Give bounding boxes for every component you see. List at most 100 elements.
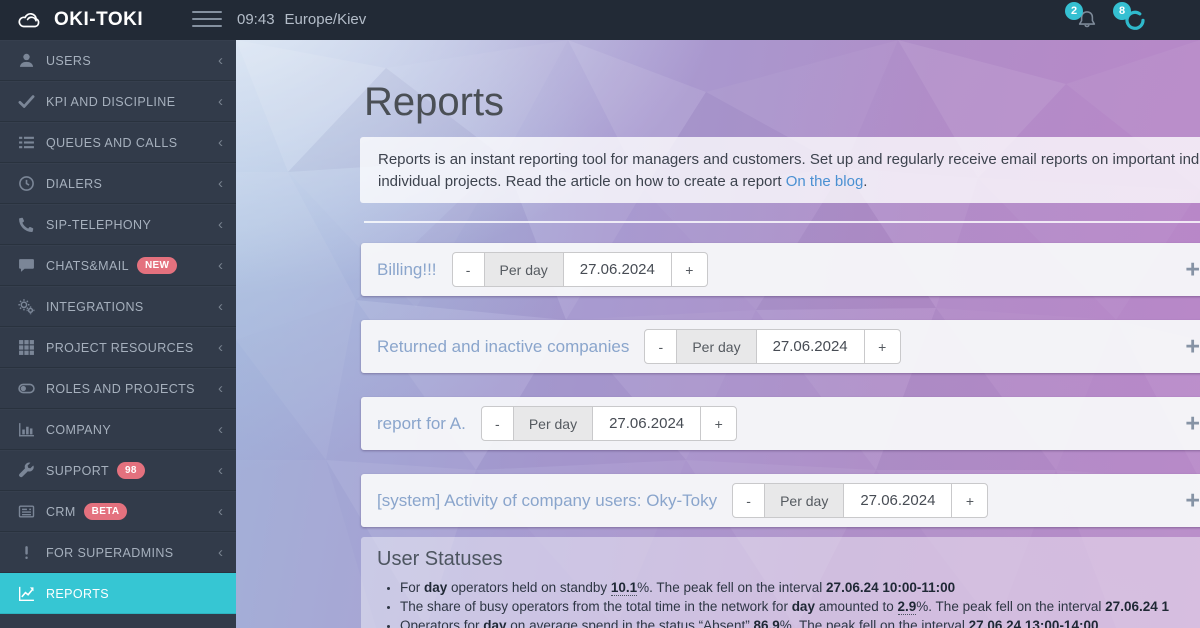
chevron-left-icon: ‹ [218,94,223,109]
exclamation-icon [18,544,35,561]
sidebar-item-label: USERS [46,54,91,68]
report-panel: Billing!!! - Per day 27.06.2024 + + [361,243,1200,296]
chevron-left-icon: ‹ [218,422,223,437]
sidebar-item-queues-and-calls[interactable]: QUEUES AND CALLS ‹ [0,122,236,163]
intro-line1: Reports is an instant reporting tool for… [378,149,1200,171]
chevron-left-icon: ‹ [218,258,223,273]
sidebar-item-label: CRM [46,505,76,519]
page-title: Reports [364,80,504,125]
period-select-button[interactable]: Per day [484,252,564,287]
sidebar-item-label: QUEUES AND CALLS [46,136,177,150]
sidebar-item-label: PROJECT RESOURCES [46,341,194,355]
sidebar-item-chats-mail[interactable]: CHATS&MAIL NEW ‹ [0,245,236,286]
list-icon [18,134,35,151]
add-subscription-icon[interactable]: + [1185,411,1200,436]
period-select-button[interactable]: Per day [764,483,844,518]
phone-icon [18,216,35,233]
brand: OKI-TOKI [16,0,143,40]
sidebar-item-support[interactable]: SUPPORT 98 ‹ [0,450,236,491]
sidebar-item-integrations[interactable]: INTEGRATIONS ‹ [0,286,236,327]
period-controls: - Per day 27.06.2024 + [482,406,737,441]
period-select-button[interactable]: Per day [676,329,756,364]
period-plus-button[interactable]: + [671,252,708,287]
blog-link[interactable]: On the blog [786,173,864,190]
period-select-button[interactable]: Per day [513,406,593,441]
clock: 09:43 Europe/Kiev [237,0,366,40]
report-title[interactable]: Returned and inactive companies [377,337,629,357]
chat-icon [18,257,35,274]
gears-icon [18,298,35,315]
user-icon [18,52,35,69]
toggle-icon [18,380,35,397]
chevron-left-icon: ‹ [218,545,223,560]
chevron-left-icon: ‹ [218,53,223,68]
sidebar-item-company[interactable]: COMPANY ‹ [0,409,236,450]
brand-name: OKI-TOKI [54,9,143,31]
date-button[interactable]: 27.06.2024 [756,329,865,364]
sidebar-item-label: REPORTS [46,587,109,601]
period-minus-button[interactable]: - [644,329,677,364]
sidebar-item-reports[interactable]: REPORTS [0,573,236,614]
add-subscription-icon[interactable]: + [1185,488,1200,513]
date-button[interactable]: 27.06.2024 [592,406,701,441]
report-title[interactable]: [system] Activity of company users: Oky-… [377,491,717,511]
line-chart-icon [18,585,35,602]
sync-count-badge: 8 [1113,2,1131,20]
grid-icon [18,339,35,356]
wrench-icon [18,462,35,479]
sidebar-item-users[interactable]: USERS ‹ [0,40,236,81]
add-subscription-icon[interactable]: + [1185,334,1200,359]
report-title[interactable]: Billing!!! [377,260,437,280]
menu-toggle-button[interactable] [192,11,222,29]
intro-box: Reports is an instant reporting tool for… [360,137,1200,203]
statuses-heading: User Statuses [377,548,1196,571]
sidebar-item-label: KPI AND DISCIPLINE [46,95,175,109]
chevron-left-icon: ‹ [218,135,223,150]
sidebar-item-sip-telephony[interactable]: SIP-TELEPHONY ‹ [0,204,236,245]
period-plus-button[interactable]: + [864,329,901,364]
period-minus-button[interactable]: - [452,252,485,287]
period-minus-button[interactable]: - [732,483,765,518]
add-subscription-icon[interactable]: + [1185,257,1200,282]
sidebar-item-kpi-and-discipline[interactable]: KPI AND DISCIPLINE ‹ [0,81,236,122]
period-plus-button[interactable]: + [951,483,988,518]
time-text: 09:43 [237,11,275,28]
sidebar: USERS ‹ KPI AND DISCIPLINE ‹ QUEUES AND … [0,40,236,628]
sidebar-item-badge: NEW [137,257,177,274]
sidebar-item-label: INTEGRATIONS [46,300,144,314]
period-controls: - Per day 27.06.2024 + [733,483,988,518]
sidebar-item-dialers[interactable]: DIALERS ‹ [0,163,236,204]
report-panel: Returned and inactive companies - Per da… [361,320,1200,373]
chevron-left-icon: ‹ [218,504,223,519]
chevron-left-icon: ‹ [218,299,223,314]
statuses-list: For day operators held on standby 10.1%.… [377,578,1196,628]
sync-status-button[interactable]: 8 [1122,5,1148,35]
sidebar-item-for-superadmins[interactable]: FOR SUPERADMINS ‹ [0,532,236,573]
status-bullet: The share of busy operators from the tot… [400,597,1196,616]
notifications-count-badge: 2 [1065,2,1083,20]
sidebar-item-project-resources[interactable]: PROJECT RESOURCES ‹ [0,327,236,368]
report-panel: [system] Activity of company users: Oky-… [361,474,1200,527]
timezone-text: Europe/Kiev [285,11,367,28]
sidebar-item-label: CHATS&MAIL [46,259,129,273]
sidebar-item-badge: BETA [84,503,128,520]
intro-line2: individual projects. Read the article on… [378,171,1200,193]
period-controls: - Per day 27.06.2024 + [453,252,708,287]
sidebar-item-roles-and-projects[interactable]: ROLES AND PROJECTS ‹ [0,368,236,409]
bar-chart-icon [18,421,35,438]
sidebar-item-label: SIP-TELEPHONY [46,218,151,232]
date-button[interactable]: 27.06.2024 [843,483,952,518]
chevron-left-icon: ‹ [218,381,223,396]
notifications-button[interactable]: 2 [1074,5,1100,35]
news-icon [18,503,35,520]
period-minus-button[interactable]: - [481,406,514,441]
report-title[interactable]: report for A. [377,414,466,434]
sidebar-item-crm[interactable]: CRM BETA ‹ [0,491,236,532]
main-content: Reports Reports is an instant reporting … [236,40,1200,628]
topbar: OKI-TOKI 09:43 Europe/Kiev 2 8 [0,0,1200,40]
period-plus-button[interactable]: + [700,406,737,441]
date-button[interactable]: 27.06.2024 [563,252,672,287]
chevron-left-icon: ‹ [218,176,223,191]
report-panel: report for A. - Per day 27.06.2024 + + [361,397,1200,450]
clock-icon [18,175,35,192]
